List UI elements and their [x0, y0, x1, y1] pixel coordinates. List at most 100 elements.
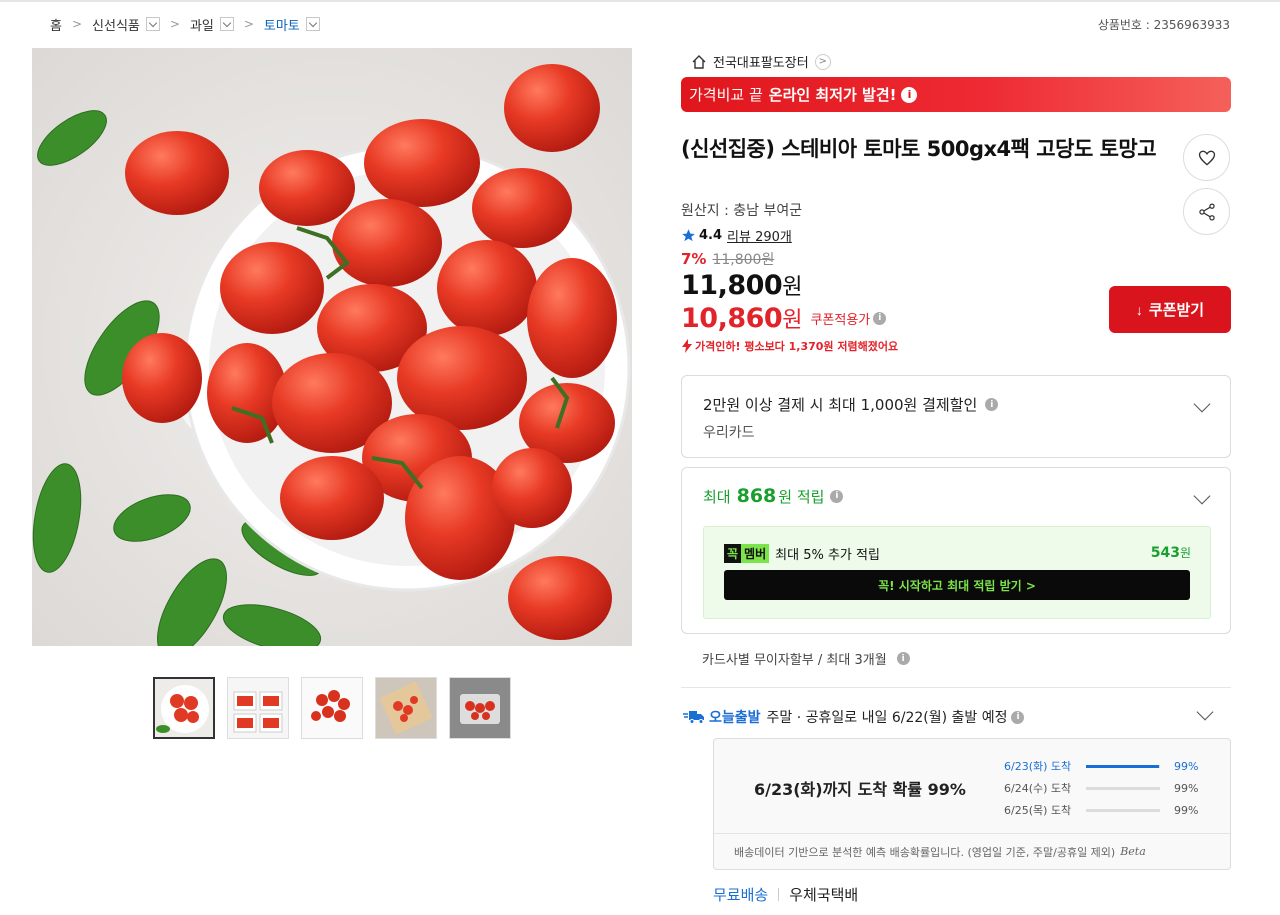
breadcrumb-item-fresh-food[interactable]: 신선식품: [92, 15, 160, 34]
delivery-separator: [778, 888, 780, 901]
probability-item: 6/23(화) 도착 99%: [1004, 755, 1198, 777]
points-prefix: 최대: [703, 487, 731, 506]
thumbnail-5[interactable]: [449, 677, 511, 739]
thumbnail-image: [155, 679, 213, 737]
sale-price-unit: 원: [782, 275, 802, 300]
delivery-probability-main: 6/23(화)까지 도착 확률 99%: [754, 780, 966, 799]
probability-item: 6/24(수) 도착 99%: [1004, 777, 1198, 799]
main-product-image[interactable]: [32, 48, 632, 646]
membership-points-value: 543: [1150, 545, 1180, 561]
points-suffix: 원 적립: [778, 487, 825, 506]
points-header: 최대 868 원 적립 i: [703, 485, 844, 507]
installment-text: 카드사별 무이자할부 / 최대 3개월: [702, 653, 887, 668]
thumbnail-4[interactable]: [375, 677, 437, 739]
heart-icon: [1198, 150, 1215, 166]
beta-label: Beta: [1120, 845, 1146, 858]
info-icon[interactable]: i: [830, 489, 844, 503]
installment-info: 카드사별 무이자할부 / 최대 3개월 i: [702, 649, 910, 668]
lightning-icon: [682, 339, 692, 353]
breadcrumb-home[interactable]: 홈: [50, 15, 62, 34]
delivery-info: 무료배송 우체국택배: [713, 884, 858, 905]
breadcrumb-separator-icon: >: [71, 17, 83, 31]
probability-date: 6/24(수) 도착: [1004, 782, 1072, 795]
membership-cta-button[interactable]: 꼭! 시작하고 최대 적립 받기 >: [724, 570, 1190, 600]
discount-row: 7% 11,800원: [681, 249, 774, 269]
rating-score: 4.4: [699, 228, 723, 243]
breadcrumb-item-fruit[interactable]: 과일: [190, 15, 234, 34]
probability-date: 6/25(목) 도착: [1004, 804, 1072, 817]
thumbnail-strip: [153, 677, 511, 739]
membership-row: 꼭 멤버 최대 5% 추가 적립: [724, 544, 880, 563]
coupon-price: 10,860 원 쿠폰적용가 i: [681, 302, 887, 334]
banner-highlight: 온라인 최저가 발견!: [768, 86, 897, 104]
product-number: 상품번호 : 2356963933: [1097, 18, 1230, 32]
thumbnail-1[interactable]: [153, 677, 215, 739]
section-divider: [681, 687, 1231, 688]
card-discount-title-row: 2만원 이상 결제 시 최대 1,000원 결제할인 i: [703, 394, 999, 415]
discount-rate: 7%: [681, 250, 707, 268]
probability-bar-fill: [1086, 764, 1160, 768]
membership-points: 543원: [1151, 544, 1191, 561]
probability-bar: [1086, 764, 1160, 768]
card-discount-panel[interactable]: 2만원 이상 결제 시 최대 1,000원 결제할인 i 우리카드: [681, 375, 1231, 458]
chevron-down-icon[interactable]: [219, 17, 234, 31]
chevron-down-icon[interactable]: [305, 17, 320, 31]
thumbnail-image: [450, 678, 510, 738]
coupon-download-button[interactable]: ↓ 쿠폰받기: [1109, 286, 1231, 333]
probability-pct: 99%: [1174, 781, 1199, 795]
membership-badge-b: 멤버: [741, 544, 770, 563]
info-icon[interactable]: i: [985, 398, 999, 411]
origin-info: 원산지 : 충남 부여군: [681, 203, 803, 219]
download-icon: ↓: [1135, 301, 1143, 318]
chevron-down-icon[interactable]: [1196, 703, 1214, 721]
chevron-down-icon[interactable]: [145, 17, 160, 31]
shipping-row: 오늘출발 주말 · 공휴일로 내일 6/22(월) 출발 예정 i: [683, 707, 1025, 727]
home-icon: [692, 54, 706, 69]
store-name: 전국대표팔도장터: [713, 56, 809, 71]
probability-pct: 99%: [1174, 759, 1199, 773]
breadcrumb-label: 신선식품: [92, 18, 140, 34]
thumbnail-3[interactable]: [301, 677, 363, 739]
free-shipping-label: 무료배송: [713, 886, 769, 904]
thumbnail-2[interactable]: [227, 677, 289, 739]
store-link[interactable]: 전국대표팔도장터 >: [691, 52, 831, 71]
product-title: (신선집중) 스테비아 토마토 500gx4팩 고당도 토망고: [681, 137, 1157, 161]
sale-price: 11,800원: [681, 269, 802, 301]
carrier-name: 우체국택배: [789, 886, 859, 904]
wishlist-button[interactable]: [1183, 134, 1230, 181]
membership-badge-a: 꼭: [724, 544, 742, 563]
probability-bar: [1086, 808, 1160, 812]
delivery-probability-box: 6/23(화)까지 도착 확률 99% 6/23(화) 도착 99% 6/24(…: [713, 738, 1231, 870]
chevron-down-icon[interactable]: [1193, 487, 1211, 505]
lowest-price-banner[interactable]: 가격비교 끝 온라인 최저가 발견! i: [681, 77, 1231, 112]
tomato-bowl-image: [32, 48, 632, 646]
review-count-link[interactable]: 리뷰 290개: [727, 226, 792, 245]
breadcrumb-item-tomato[interactable]: 토마토: [264, 15, 320, 34]
membership-badge: 꼭 멤버: [724, 544, 770, 563]
rating-row: 4.4 리뷰 290개: [681, 226, 792, 245]
info-icon[interactable]: i: [873, 311, 887, 325]
share-button[interactable]: [1183, 188, 1230, 235]
today-shipping-tag: 오늘출발: [709, 710, 761, 726]
original-price: 11,800원: [712, 252, 775, 268]
breadcrumb-label: 과일: [189, 18, 214, 34]
note-text: 배송데이터 기반으로 분석한 예측 배송확률입니다. (영업일 기준, 주말/공…: [734, 845, 1116, 859]
chevron-right-icon: >: [814, 53, 831, 70]
shipping-text: 주말 · 공휴일로 내일 6/22(월) 출발 예정: [766, 710, 1008, 726]
star-icon: [682, 229, 695, 242]
probability-item: 6/25(목) 도착 99%: [1004, 799, 1198, 821]
probability-pct: 99%: [1174, 803, 1199, 817]
chevron-down-icon[interactable]: [1193, 395, 1211, 413]
probability-bar: [1086, 786, 1160, 790]
info-icon[interactable]: i: [896, 652, 910, 665]
card-name: 우리카드: [703, 425, 755, 441]
breadcrumb: 홈 > 신선식품 > 과일 > 토마토: [50, 14, 320, 34]
info-icon[interactable]: i: [901, 86, 918, 103]
coupon-price-label: 쿠폰적용가: [810, 312, 871, 328]
info-icon[interactable]: i: [1011, 710, 1025, 724]
coupon-price-unit: 원: [782, 308, 803, 333]
thumbnail-image: [376, 678, 436, 738]
truck-icon: [683, 711, 704, 724]
breadcrumb-label: 토마토: [263, 18, 300, 34]
coupon-price-value: 10,860: [681, 302, 783, 334]
